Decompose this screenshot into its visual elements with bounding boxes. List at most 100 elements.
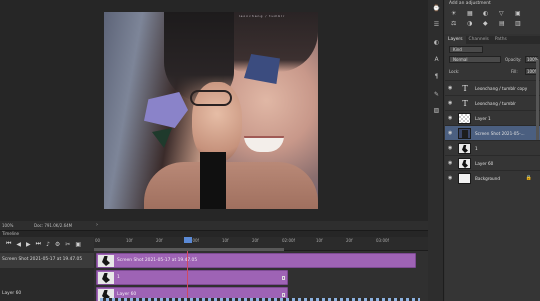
properties-icon[interactable]: ☰: [432, 20, 441, 29]
brightness-icon[interactable]: ☀: [451, 10, 463, 17]
layer-thumbnail: [458, 128, 471, 139]
artwork-caption: leonchang / tumblr: [238, 14, 286, 18]
paragraph-icon[interactable]: ¶: [432, 72, 441, 81]
previous-frame-icon[interactable]: ◀: [16, 241, 21, 248]
ruler-tick: 20f: [252, 238, 259, 243]
tab-layers[interactable]: Layers: [445, 36, 466, 44]
adjustments-icon[interactable]: ◐: [432, 38, 441, 47]
visibility-eye-icon[interactable]: ◉: [448, 85, 452, 91]
tracks-area: Screen Shot 2021-05-17 at 19.47.05 1 Lay…: [94, 251, 428, 301]
blend-mode-select[interactable]: Normal: [449, 56, 501, 63]
visibility-eye-icon[interactable]: ◉: [448, 145, 452, 151]
black-white-icon[interactable]: ◑: [467, 20, 479, 27]
layer-row[interactable]: ◉ T Leonchang / tumblr copy: [445, 80, 540, 95]
timeline-title: Timeline: [2, 231, 20, 236]
brush-icon[interactable]: ✎: [432, 90, 441, 99]
adjustment-icons: ☀ ▦ ◐ ▽ ▣ ⚖ ◑ ◆ ▤ ▥: [451, 10, 527, 27]
clip-end-handle[interactable]: [282, 276, 285, 280]
adjustments-title: Add an adjustment: [449, 1, 491, 6]
visibility-eye-icon[interactable]: ◉: [448, 115, 452, 121]
tab-paths[interactable]: Paths: [492, 36, 510, 44]
glasses-shape: [190, 90, 232, 106]
layer-name: Leonchang / tumblr: [475, 101, 516, 106]
track-label[interactable]: [0, 270, 94, 285]
layer-row[interactable]: ◉ 1: [445, 140, 540, 155]
clip-name: 1: [117, 275, 120, 280]
doc-info: Doc: 791.0K/2.64M: [34, 223, 73, 228]
video-clip[interactable]: Screen Shot 2021-05-17 at 19.47.05: [96, 253, 416, 268]
ruler-tick: 00: [95, 238, 101, 243]
play-icon[interactable]: ▶: [26, 241, 31, 248]
tab-channels[interactable]: Channels: [466, 36, 492, 44]
ruler-tick: 10f: [222, 238, 229, 243]
photo-filter-icon[interactable]: ◆: [483, 20, 495, 27]
clip-name: Layer 60: [117, 292, 137, 297]
timeline-controls: ⏮ ◀ ▶ ⏭ ♪ ⚙ ✂ ▣: [0, 237, 94, 251]
track-labels: Screen Shot 2021-05-17 at 19.47.05 Layer…: [0, 251, 94, 301]
ruler-tick: 03:00f: [376, 238, 389, 243]
ruler-tick: 10f: [126, 238, 133, 243]
layer-thumbnail: [458, 173, 471, 184]
first-frame-icon[interactable]: ⏮: [6, 240, 11, 248]
layer-name: Background: [475, 176, 500, 181]
track-label[interactable]: Screen Shot 2021-05-17 at 19.47.05: [0, 253, 94, 268]
layer-name: 1: [475, 146, 478, 151]
color-lookup-icon[interactable]: ▥: [515, 20, 527, 27]
channel-mixer-icon[interactable]: ▤: [499, 20, 511, 27]
character-icon[interactable]: A: [432, 55, 441, 64]
layer-thumbnail: [458, 158, 471, 169]
ruler-tick: 10f: [316, 238, 323, 243]
curves-icon[interactable]: ◐: [483, 10, 495, 17]
audio-icon[interactable]: ♪: [46, 241, 50, 248]
color-balance-icon[interactable]: ⚖: [451, 20, 463, 27]
layer-row[interactable]: ◉ Background 🔒: [445, 170, 540, 185]
layer-row[interactable]: ◉ T Leonchang / tumblr: [445, 95, 540, 110]
layer-row[interactable]: ◉ Layer 1: [445, 110, 540, 125]
timeline-panel: Timeline ⏮ ◀ ▶ ⏭ ♪ ⚙ ✂ ▣ 00 10f 20f 01:0…: [0, 230, 428, 301]
layer-name: Layer 60: [475, 161, 494, 166]
text-layer-icon: T: [462, 99, 468, 108]
styles-icon[interactable]: ▨: [432, 106, 441, 115]
fill-label: Fill:: [511, 69, 518, 74]
lock-label: Lock:: [449, 69, 460, 74]
panel-icon-column: ⌚ ☰ ◐ A ¶ ✎ ▨: [428, 0, 444, 301]
photoshop-window: leonchang / tumblr 100% Doc: 791.0K/2.64…: [0, 0, 540, 301]
layers-panel-tabs: Layers Channels Paths: [445, 36, 540, 44]
layers-scrollbar[interactable]: [536, 60, 539, 140]
status-bar: 100% Doc: 791.0K/2.64M ›: [0, 221, 428, 230]
visibility-eye-icon[interactable]: ◉: [448, 130, 452, 136]
layer-thumbnail: [458, 143, 471, 154]
history-icon[interactable]: ⌚: [432, 4, 441, 13]
zoom-level[interactable]: 100%: [2, 223, 13, 228]
lock-icon: 🔒: [525, 175, 532, 181]
layer-name: Screen Shot 2021-05-...: [475, 131, 525, 136]
layer-kind-filter[interactable]: Kind: [449, 46, 483, 53]
adjustments-panel: Add an adjustment ☀ ▦ ◐ ▽ ▣ ⚖ ◑ ◆ ▤ ▥: [445, 0, 540, 34]
playhead-handle[interactable]: [184, 237, 192, 243]
next-frame-icon[interactable]: ⏭: [36, 240, 41, 248]
track-label[interactable]: Layer 60: [0, 287, 94, 301]
split-icon[interactable]: ✂: [65, 241, 70, 248]
layer-name: Layer 1: [475, 116, 491, 121]
clip-end-handle[interactable]: [282, 293, 285, 297]
levels-icon[interactable]: ▦: [467, 10, 479, 17]
layer-thumbnail: [458, 113, 471, 124]
video-clip[interactable]: 1: [96, 270, 288, 285]
transition-icon[interactable]: ▣: [75, 241, 81, 248]
document-canvas[interactable]: leonchang / tumblr: [0, 0, 428, 221]
vibrance-icon[interactable]: ▣: [515, 10, 527, 17]
visibility-eye-icon[interactable]: ◉: [448, 100, 452, 106]
layer-name: Leonchang / tumblr copy: [475, 86, 528, 91]
text-layer-icon: T: [462, 84, 468, 93]
layer-row-selected[interactable]: ◉ Screen Shot 2021-05-...: [445, 125, 540, 140]
visibility-eye-icon[interactable]: ◉: [448, 160, 452, 166]
exposure-icon[interactable]: ▽: [499, 10, 511, 17]
timeline-ruler[interactable]: 00 10f 20f 01:00f 10f 20f 02:00f 10f 20f…: [94, 237, 428, 251]
status-menu-arrow-icon[interactable]: ›: [96, 222, 98, 228]
settings-icon[interactable]: ⚙: [55, 241, 60, 248]
playhead-line: [187, 251, 188, 301]
artwork-image: leonchang / tumblr: [104, 12, 318, 209]
layers-panel: Layers Channels Paths Kind Normal Opacit…: [445, 36, 540, 301]
layer-row[interactable]: ◉ Layer 60: [445, 155, 540, 170]
visibility-eye-icon[interactable]: ◉: [448, 175, 452, 181]
